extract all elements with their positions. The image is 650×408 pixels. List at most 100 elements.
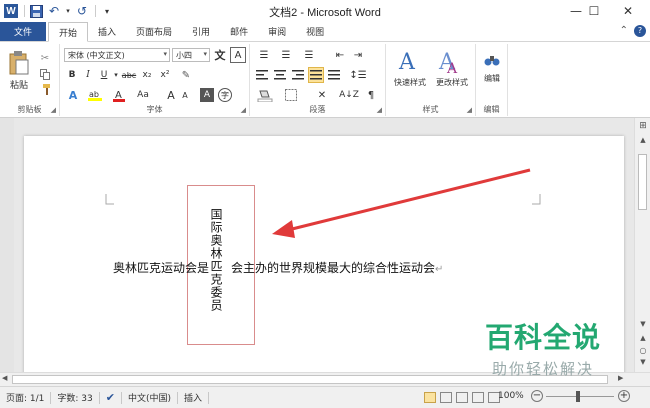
- grow-font-button[interactable]: A: [164, 88, 178, 102]
- edit-button[interactable]: 编辑: [478, 72, 506, 84]
- increase-indent-icon[interactable]: ⇥: [350, 48, 366, 62]
- font-name-select[interactable]: 宋体 (中文正文) ▾: [64, 48, 170, 62]
- clear-format-icon[interactable]: ✎: [178, 67, 194, 83]
- shrink-font-button[interactable]: A: [178, 88, 192, 102]
- superscript-button[interactable]: x²: [158, 68, 172, 82]
- browse-object-icon[interactable]: ○: [635, 344, 650, 356]
- styles-group: A 快速样式 AA 更改样式 样式 ◢: [386, 44, 476, 116]
- change-case-button[interactable]: Aa: [132, 88, 154, 102]
- undo-dropdown-icon[interactable]: ▾: [64, 3, 72, 19]
- language-indicator[interactable]: 中文(中国): [122, 387, 177, 408]
- bullets-icon[interactable]: ☰: [254, 48, 274, 62]
- shading-icon[interactable]: [254, 88, 276, 102]
- save-icon[interactable]: [28, 3, 44, 19]
- bold-button[interactable]: B: [66, 68, 78, 82]
- close-button[interactable]: ✕: [610, 0, 646, 22]
- tab-page-layout[interactable]: 页面布局: [126, 22, 182, 41]
- next-page-icon[interactable]: ▼: [635, 356, 650, 368]
- paragraph-launcher-icon[interactable]: ◢: [377, 106, 382, 114]
- underline-button[interactable]: U: [98, 68, 110, 82]
- full-screen-reading-icon[interactable]: [440, 392, 452, 403]
- tab-insert[interactable]: 插入: [88, 22, 126, 41]
- word-app-icon[interactable]: W: [3, 3, 19, 19]
- styles-launcher-icon[interactable]: ◢: [467, 106, 472, 114]
- cut-icon[interactable]: ✂: [38, 52, 52, 64]
- undo-icon[interactable]: ↶: [46, 3, 62, 19]
- zoom-out-icon[interactable]: −: [531, 390, 543, 402]
- insert-mode-indicator[interactable]: 插入: [178, 387, 208, 408]
- ruler-toggle-icon[interactable]: ⊞: [635, 120, 650, 132]
- tab-file[interactable]: 文件: [0, 22, 46, 41]
- numbering-icon[interactable]: ☰: [276, 48, 296, 62]
- char-border-icon[interactable]: A: [230, 47, 246, 63]
- print-layout-icon[interactable]: [424, 392, 436, 403]
- scroll-right-icon[interactable]: ▶: [618, 374, 623, 382]
- align-right-icon[interactable]: [290, 68, 306, 82]
- tab-references[interactable]: 引用: [182, 22, 220, 41]
- proofing-icon[interactable]: ✔: [100, 387, 121, 408]
- tab-home[interactable]: 开始: [48, 22, 89, 42]
- paste-icon[interactable]: [6, 48, 32, 78]
- clipboard-launcher-icon[interactable]: ◢: [51, 106, 56, 114]
- redo-icon[interactable]: ↺: [74, 3, 90, 19]
- scroll-down-icon[interactable]: ▼: [635, 318, 650, 330]
- align-left-icon[interactable]: [254, 68, 270, 82]
- svg-text:A: A: [446, 61, 458, 75]
- subscript-button[interactable]: x₂: [140, 68, 154, 82]
- phonetic-guide-icon[interactable]: 文: [212, 47, 228, 63]
- svg-text:ab: ab: [89, 90, 99, 99]
- page-count[interactable]: 页面: 1/1: [0, 387, 50, 408]
- font-size-select[interactable]: 小四 ▾: [172, 48, 210, 62]
- zoom-in-icon[interactable]: +: [618, 390, 630, 402]
- tab-mailings[interactable]: 邮件: [220, 22, 258, 41]
- font-launcher-icon[interactable]: ◢: [241, 106, 246, 114]
- customize-qat-icon[interactable]: ▾: [99, 3, 115, 19]
- outline-icon[interactable]: [472, 392, 484, 403]
- show-marks-icon[interactable]: ¶: [364, 88, 378, 102]
- previous-page-icon[interactable]: ▲: [635, 332, 650, 344]
- italic-button[interactable]: I: [82, 68, 94, 82]
- strikethrough-button[interactable]: abc: [120, 68, 138, 82]
- enclose-char-icon[interactable]: 字: [218, 88, 232, 102]
- view-buttons: [424, 392, 500, 403]
- chinese-layout-icon[interactable]: ✕: [312, 88, 332, 102]
- text-effects-icon[interactable]: A: [64, 88, 82, 102]
- distribute-icon[interactable]: [326, 68, 342, 82]
- zoom-slider-track[interactable]: [546, 396, 614, 397]
- body-paragraph[interactable]: 奥林匹克运动会是 会主办的世界规模最大的综合性运动会↵: [113, 259, 443, 276]
- zoom-slider-thumb[interactable]: [576, 391, 580, 402]
- zoom-level[interactable]: 100%: [498, 391, 524, 401]
- char-shading-icon[interactable]: A: [200, 88, 214, 102]
- find-binoculars-icon[interactable]: [482, 48, 502, 72]
- borders-icon[interactable]: [280, 88, 302, 102]
- format-painter-icon[interactable]: [38, 84, 52, 96]
- scroll-left-icon[interactable]: ◀: [2, 374, 7, 382]
- web-layout-icon[interactable]: [456, 392, 468, 403]
- copy-icon[interactable]: [38, 68, 52, 80]
- vertical-scrollbar[interactable]: ⊞ ▲ ▼ ▲ ○ ▼: [634, 118, 650, 372]
- quick-styles-icon[interactable]: A: [394, 46, 424, 76]
- align-center-icon[interactable]: [272, 68, 288, 82]
- quick-styles-button[interactable]: 快速样式: [388, 76, 432, 88]
- justify-icon[interactable]: [308, 67, 324, 83]
- scroll-up-icon[interactable]: ▲: [635, 134, 650, 146]
- ribbon-collapse-icon[interactable]: ⌃: [620, 25, 628, 37]
- font-color-icon[interactable]: A: [110, 88, 128, 102]
- sort-icon[interactable]: A↓Z: [339, 88, 359, 102]
- word-count[interactable]: 字数: 33: [51, 387, 98, 408]
- decrease-indent-icon[interactable]: ⇤: [332, 48, 348, 62]
- multilevel-list-icon[interactable]: ☰: [298, 48, 320, 62]
- underline-dropdown-icon[interactable]: ▾: [112, 68, 120, 82]
- ribbon-tab-bar: 文件 开始 插入 页面布局 引用 邮件 审阅 视图 ⌃ ?: [0, 22, 650, 42]
- tab-review[interactable]: 审阅: [258, 22, 296, 41]
- top-right-crop-mark: [532, 194, 541, 205]
- change-styles-icon[interactable]: AA: [434, 46, 464, 76]
- line-spacing-icon[interactable]: ↕☰: [348, 68, 368, 82]
- help-icon[interactable]: ?: [634, 25, 646, 37]
- paste-button[interactable]: 粘贴: [4, 78, 34, 91]
- vertical-scroll-thumb[interactable]: [638, 154, 647, 210]
- highlight-icon[interactable]: ab: [86, 88, 104, 102]
- maximize-button[interactable]: ☐: [576, 0, 612, 22]
- change-styles-button[interactable]: 更改样式: [430, 76, 474, 88]
- tab-view[interactable]: 视图: [296, 22, 334, 41]
